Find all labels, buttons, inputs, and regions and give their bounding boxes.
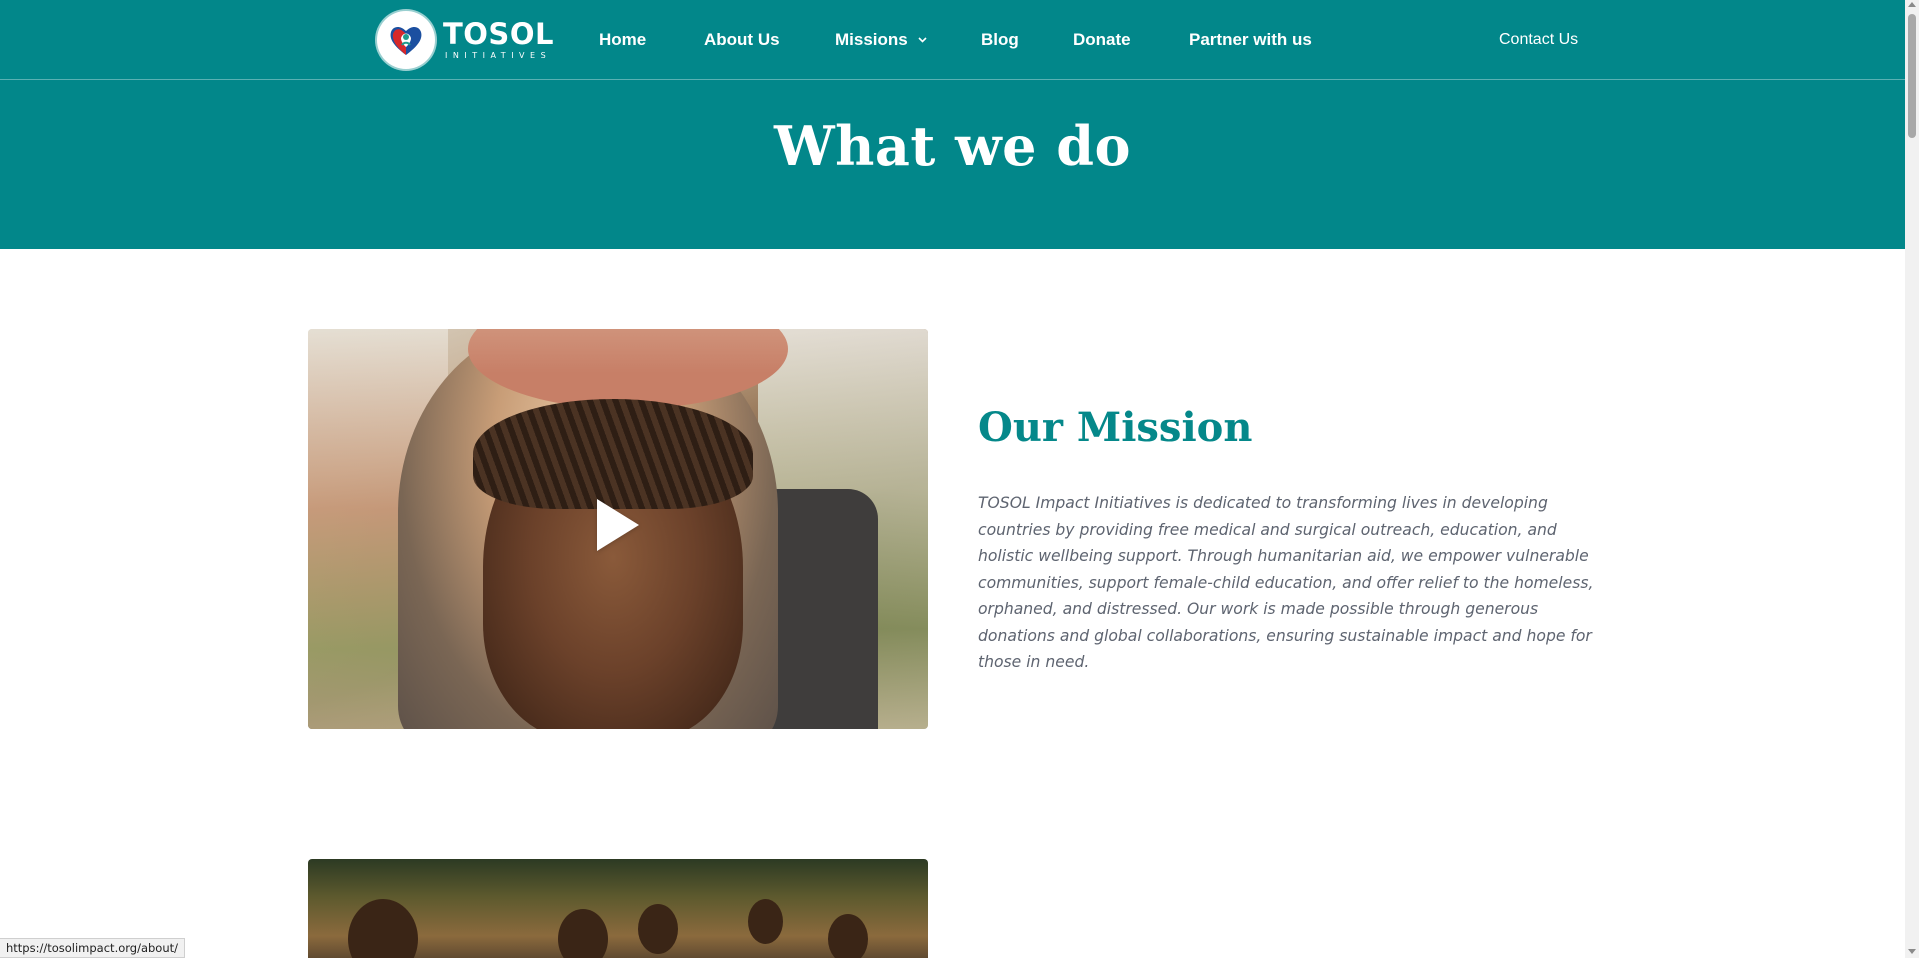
- nav-missions[interactable]: Missions: [835, 0, 927, 80]
- nav-partner-with-us[interactable]: Partner with us: [1189, 0, 1312, 80]
- nav-blog[interactable]: Blog: [981, 0, 1019, 80]
- play-icon[interactable]: [597, 499, 639, 551]
- mission-video[interactable]: [308, 329, 928, 729]
- logo-name: TOSOL: [443, 17, 554, 51]
- mission-heading: Our Mission: [978, 404, 1253, 451]
- nav-home[interactable]: Home: [599, 0, 646, 80]
- chevron-down-icon: [918, 37, 927, 43]
- site-header: TOSOL INITIATIVES Home About Us Missions…: [0, 0, 1905, 80]
- status-bar-url: https://tosolimpact.org/about/: [0, 938, 186, 958]
- nav-about-us[interactable]: About Us: [704, 0, 780, 80]
- contact-us-link[interactable]: Contact Us: [1499, 0, 1578, 80]
- logo-heart-icon: [377, 11, 435, 69]
- page: TOSOL INITIATIVES Home About Us Missions…: [0, 0, 1905, 958]
- page-title: What we do: [773, 114, 1132, 178]
- vertical-scrollbar[interactable]: [1905, 0, 1919, 958]
- mission-description: TOSOL Impact Initiatives is dedicated to…: [978, 494, 1594, 671]
- logo-subtitle: INITIATIVES: [445, 51, 552, 60]
- hero-banner: What we do: [0, 80, 1905, 249]
- community-photo: [308, 859, 928, 958]
- scroll-thumb[interactable]: [1908, 14, 1916, 138]
- scroll-up-arrow-icon[interactable]: [1908, 2, 1916, 7]
- scroll-down-arrow-icon[interactable]: [1908, 949, 1916, 954]
- nav-donate[interactable]: Donate: [1073, 0, 1131, 80]
- site-logo[interactable]: TOSOL INITIATIVES: [377, 10, 554, 70]
- nav-missions-label: Missions: [835, 30, 908, 49]
